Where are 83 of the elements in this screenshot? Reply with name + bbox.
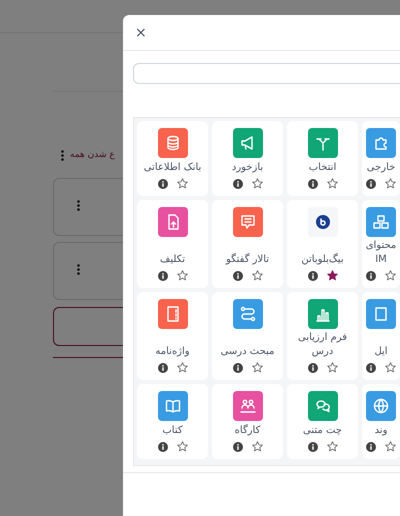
- star-icon[interactable]: [252, 270, 262, 281]
- star-icon[interactable]: [326, 178, 338, 189]
- info-icon[interactable]: [158, 270, 168, 280]
- activity-card[interactable]: تکلیف: [137, 200, 208, 288]
- activity-label: فرم ارزیابی درس: [296, 331, 348, 359]
- message-icon: [240, 214, 256, 230]
- star-icon[interactable]: [176, 441, 188, 452]
- info-icon[interactable]: [366, 442, 376, 452]
- info-icon[interactable]: [308, 362, 318, 372]
- puzzle-icon: [373, 135, 389, 151]
- activity-card[interactable]: بانک اطلاعاتی: [137, 121, 208, 196]
- activity-card[interactable]: چت متنی: [287, 384, 358, 459]
- activity-label: ایل: [373, 345, 389, 359]
- star-icon[interactable]: [326, 270, 338, 281]
- activity-card[interactable]: بیگ‌بلوباتن: [287, 200, 358, 288]
- globe-icon: [373, 398, 389, 414]
- activity-label: واژه‌نامه: [154, 345, 191, 359]
- activity-card[interactable]: خارجی: [362, 121, 400, 196]
- activity-card[interactable]: تالار گفتگو: [212, 200, 283, 288]
- star-icon[interactable]: [385, 270, 396, 281]
- info-icon[interactable]: [158, 362, 168, 372]
- activity-label: انتخاب: [308, 161, 338, 175]
- activity-label: خارجی: [366, 161, 396, 175]
- info-icon[interactable]: [366, 362, 376, 372]
- route-icon: [240, 306, 256, 322]
- activity-card[interactable]: واژه‌نامه: [137, 292, 208, 380]
- star-icon[interactable]: [385, 441, 396, 452]
- database-icon: [164, 135, 180, 151]
- info-icon[interactable]: [158, 178, 168, 188]
- search-field[interactable]: [133, 62, 400, 84]
- star-icon[interactable]: [385, 362, 396, 373]
- activity-label: بانک اطلاعاتی: [142, 161, 202, 175]
- star-icon[interactable]: [252, 362, 262, 373]
- activity-label: تالار گفتگو: [224, 252, 270, 267]
- info-icon[interactable]: [232, 362, 242, 372]
- star-icon[interactable]: [252, 441, 262, 452]
- info-icon[interactable]: [366, 178, 376, 188]
- activity-label: کارگاه: [234, 423, 262, 438]
- activity-card[interactable]: کتاب: [137, 384, 208, 459]
- info-icon[interactable]: [158, 442, 168, 452]
- activity-card[interactable]: محتوای IM: [362, 200, 400, 288]
- info-icon[interactable]: [232, 270, 242, 280]
- star-icon[interactable]: [326, 362, 338, 373]
- megaphone-icon: [240, 135, 256, 151]
- info-icon[interactable]: [308, 442, 318, 452]
- activity-label: مبحث درسی: [220, 345, 276, 359]
- notebook-icon: [164, 306, 180, 322]
- activity-label: بازخورد: [230, 161, 264, 175]
- activity-card[interactable]: کارگاه: [212, 384, 283, 459]
- logo-icon: [316, 215, 330, 229]
- people-icon: [240, 398, 256, 414]
- activity-card[interactable]: ایل: [362, 292, 400, 380]
- boxes-icon: [373, 214, 389, 230]
- info-icon[interactable]: [232, 442, 242, 452]
- file-icon: [373, 306, 389, 322]
- star-icon[interactable]: [326, 441, 338, 452]
- info-icon[interactable]: [366, 270, 376, 280]
- star-icon[interactable]: [176, 362, 188, 373]
- activity-card[interactable]: وند: [362, 384, 400, 459]
- close-button[interactable]: ×: [135, 26, 147, 40]
- activity-label: وند: [374, 424, 388, 438]
- activity-label: محتوای IM: [364, 239, 398, 267]
- info-icon[interactable]: [232, 178, 242, 188]
- star-icon[interactable]: [385, 178, 396, 189]
- chat-bubbles-icon: [314, 398, 330, 414]
- star-icon[interactable]: [176, 270, 188, 281]
- activity-label: بیگ‌بلوباتن: [300, 252, 345, 267]
- info-icon[interactable]: [308, 270, 318, 280]
- info-icon[interactable]: [308, 178, 318, 188]
- more-options-icon[interactable]: [77, 200, 80, 210]
- more-options-icon[interactable]: [77, 264, 80, 274]
- star-icon[interactable]: [176, 178, 188, 189]
- activity-label: تکلیف: [159, 253, 186, 267]
- star-icon[interactable]: [252, 178, 262, 189]
- collapse-all-link[interactable]: ع شدن همه: [70, 149, 115, 162]
- more-options-icon[interactable]: [61, 150, 64, 162]
- activity-card[interactable]: انتخاب: [287, 121, 358, 196]
- activity-card[interactable]: بازخورد: [212, 121, 283, 196]
- activity-label: چت متنی: [302, 424, 343, 438]
- book-icon: [164, 398, 180, 414]
- activity-label: کتاب: [161, 424, 184, 438]
- activity-card[interactable]: مبحث درسی: [212, 292, 283, 380]
- activity-card[interactable]: فرم ارزیابی درس: [287, 292, 358, 380]
